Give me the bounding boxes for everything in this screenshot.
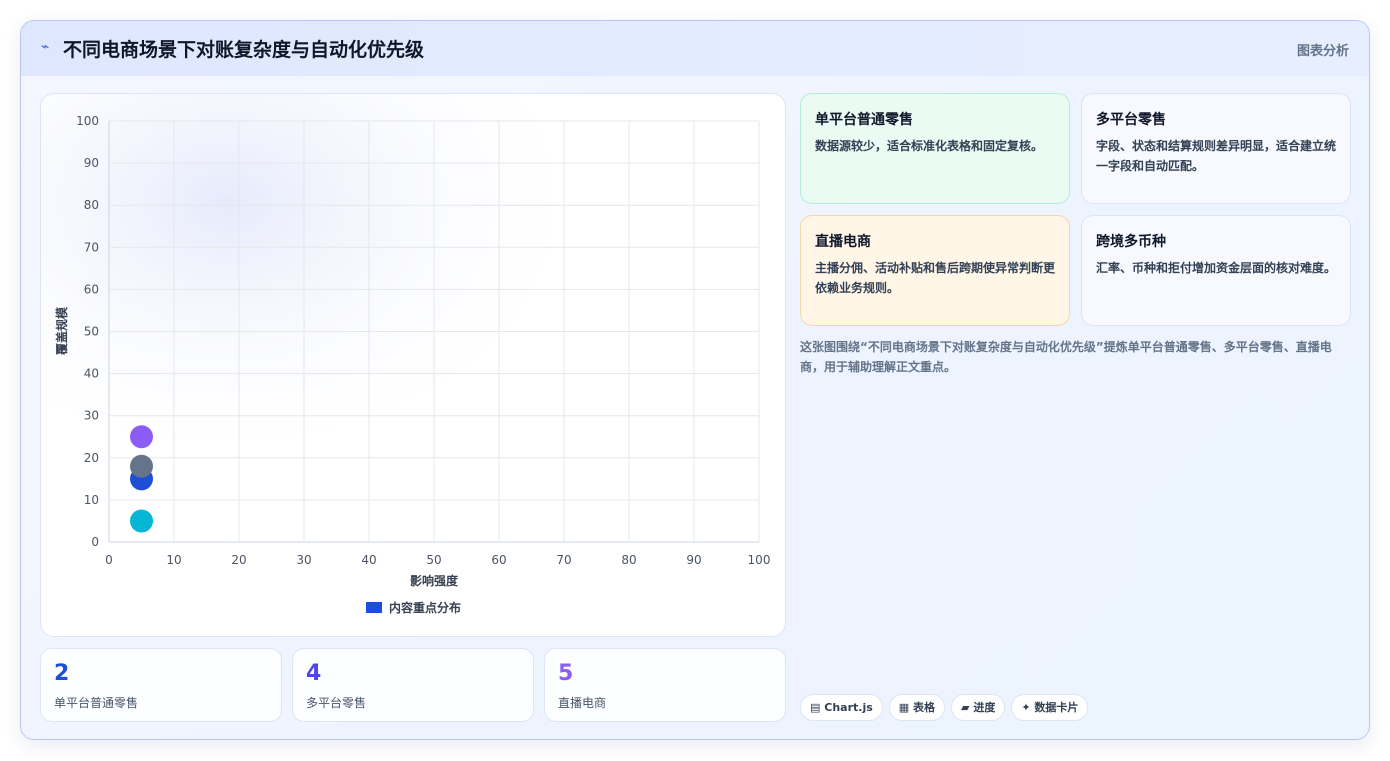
chip-data-card[interactable]: ✦ 数据卡片	[1011, 694, 1089, 721]
y-tick-label: 90	[84, 156, 99, 170]
chart-caption: 这张图围绕“不同电商场景下对账复杂度与自动化优先级”提炼单平台普通零售、多平台零…	[800, 340, 1332, 374]
x-tick-label: 100	[748, 553, 771, 567]
chart-icon: ▤	[810, 701, 821, 714]
y-tick-label: 70	[84, 240, 99, 254]
info-card-live-commerce: 直播电商 主播分佣、活动补贴和售后跨期使异常判断更依赖业务规则。	[800, 215, 1070, 326]
stat-card-single-platform: 2 单平台普通零售	[40, 648, 282, 722]
chip-label: Chart.js	[824, 701, 873, 714]
stat-card-live-commerce: 5 直播电商	[544, 648, 786, 722]
y-tick-label: 60	[84, 282, 99, 296]
y-tick-label: 40	[84, 367, 99, 381]
stat-value: 2	[54, 661, 70, 686]
legend-swatch[interactable]	[366, 602, 382, 613]
chip-chartjs[interactable]: ▤ Chart.js	[800, 694, 883, 721]
stat-label: 单平台普通零售	[54, 696, 139, 710]
tech-chips: ▤ Chart.js ▦ 表格 ▰ 进度 ✦ 数据卡片	[800, 694, 1094, 721]
chart-panel: 0 10 20 30 40 50 60 70 80 90 100 0 10 20 30 40 50 60 70 80…	[40, 93, 786, 637]
info-card-title: 多平台零售	[1096, 112, 1166, 128]
data-point[interactable]	[130, 425, 153, 449]
chip-label: 表格	[913, 701, 936, 714]
info-card-desc: 汇率、币种和拒付增加资金层面的核对难度。	[1096, 261, 1337, 275]
stat-label: 多平台零售	[306, 696, 367, 710]
info-card-cross-border: 跨境多币种 汇率、币种和拒付增加资金层面的核对难度。	[1081, 215, 1351, 326]
chip-progress[interactable]: ▰ 进度	[951, 694, 1006, 721]
table-icon: ▦	[898, 701, 910, 714]
info-card-title: 跨境多币种	[1096, 234, 1166, 250]
x-tick-label: 90	[686, 553, 701, 567]
stat-label: 直播电商	[558, 696, 607, 710]
stat-value: 4	[306, 661, 322, 686]
x-tick-label: 70	[556, 553, 571, 567]
x-axis-label: 影响强度	[410, 573, 459, 588]
x-tick-label: 30	[296, 553, 311, 567]
info-card-multi-platform: 多平台零售 字段、状态和结算规则差异明显，适合建立统一字段和自动匹配。	[1081, 93, 1351, 204]
chip-table[interactable]: ▦ 表格	[888, 694, 946, 721]
chip-label: 数据卡片	[1034, 701, 1079, 714]
y-tick-label: 0	[91, 535, 99, 549]
x-tick-label: 0	[105, 553, 113, 567]
data-point[interactable]	[130, 509, 153, 533]
chip-label: 进度	[973, 701, 996, 714]
legend-label[interactable]: 内容重点分布	[389, 600, 461, 615]
chart-analysis-tag: 图表分析	[1296, 44, 1349, 59]
info-card-single-platform: 单平台普通零售 数据源较少，适合标准化表格和固定复核。	[800, 93, 1070, 204]
stat-value: 5	[558, 661, 574, 686]
info-card-desc: 主播分佣、活动补贴和售后跨期使异常判断更依赖业务规则。	[815, 261, 1056, 295]
x-tick-label: 60	[491, 553, 506, 567]
x-tick-label: 40	[361, 553, 376, 567]
data-point[interactable]	[130, 454, 153, 478]
y-tick-label: 30	[84, 409, 99, 423]
info-card-title: 直播电商	[815, 234, 871, 250]
y-tick-label: 80	[84, 198, 99, 212]
y-tick-label: 100	[76, 114, 99, 128]
page-title: 不同电商场景下对账复杂度与自动化优先级	[63, 39, 425, 61]
y-tick-label: 50	[84, 325, 99, 339]
scatter-chart: 0 10 20 30 40 50 60 70 80 90 100 0 10 20 30 40 50 60 70 80…	[41, 94, 785, 636]
lightning-icon: ⌁	[41, 39, 50, 55]
y-axis-label: 覆盖规模	[54, 306, 69, 356]
x-tick-label: 10	[166, 553, 181, 567]
y-tick-label: 20	[84, 451, 99, 465]
y-tick-label: 10	[84, 493, 99, 507]
card-header: ⌁ 不同电商场景下对账复杂度与自动化优先级 图表分析	[21, 21, 1369, 76]
info-card-title: 单平台普通零售	[815, 112, 913, 128]
info-card-desc: 字段、状态和结算规则差异明显，适合建立统一字段和自动匹配。	[1096, 139, 1337, 173]
x-tick-label: 50	[426, 553, 441, 567]
progress-icon: ▰	[961, 701, 970, 714]
x-tick-label: 80	[621, 553, 636, 567]
x-tick-label: 20	[231, 553, 246, 567]
report-card: ⌁ 不同电商场景下对账复杂度与自动化优先级 图表分析 0 10 20 30 40 50 60…	[20, 20, 1370, 740]
sparkle-icon: ✦	[1021, 701, 1031, 714]
info-card-desc: 数据源较少，适合标准化表格和固定复核。	[815, 139, 1044, 153]
stat-card-multi-platform: 4 多平台零售	[292, 648, 534, 722]
chart-points	[130, 425, 153, 533]
